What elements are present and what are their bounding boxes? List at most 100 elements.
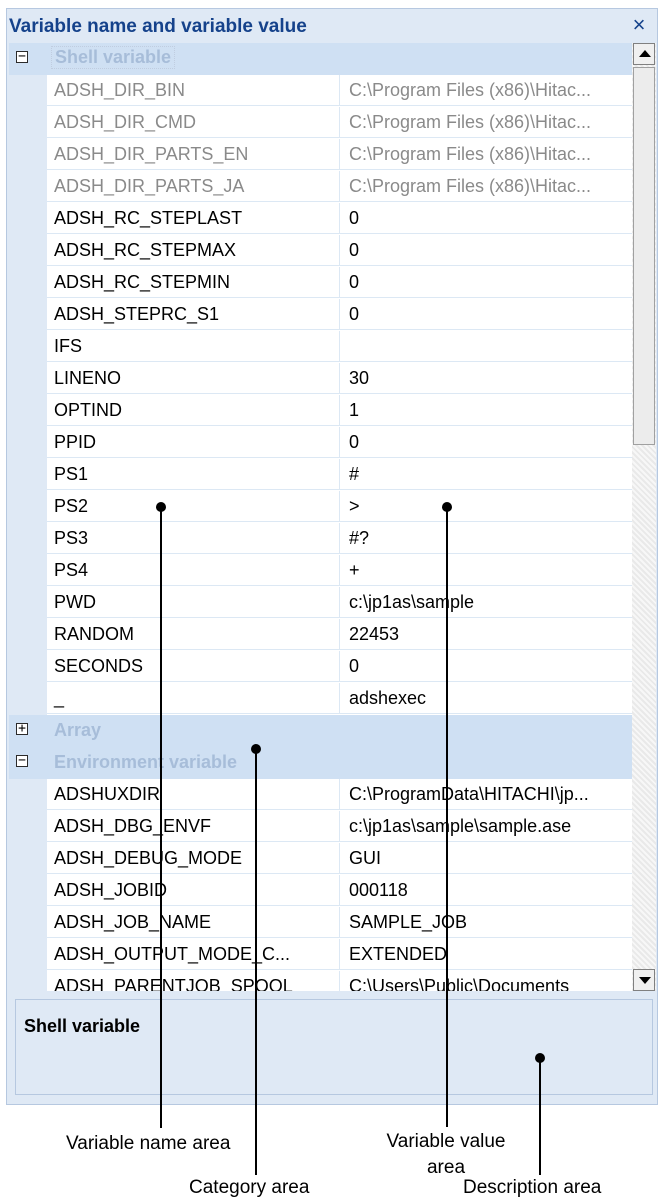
variable-name-cell[interactable]: LINENO: [47, 363, 340, 394]
variable-name-cell[interactable]: PS3: [47, 523, 340, 554]
vertical-scrollbar[interactable]: [632, 43, 656, 991]
variable-row[interactable]: RANDOM 22453: [9, 619, 632, 651]
variable-value-cell[interactable]: #?: [340, 523, 632, 554]
variable-row[interactable]: ADSH_DIR_BIN C:\Program Files (x86)\Hitac…: [9, 75, 632, 107]
variable-row[interactable]: PS3 #?: [9, 523, 632, 555]
variable-name-cell[interactable]: _: [47, 683, 340, 714]
category-row-shell-variable[interactable]: − Shell variable: [9, 43, 632, 75]
variable-row[interactable]: ADSH_OUTPUT_MODE_C... EXTENDED: [9, 939, 632, 971]
scroll-down-arrow-icon[interactable]: [633, 969, 655, 991]
variable-value-cell[interactable]: 0: [340, 651, 632, 682]
variable-grid: − Shell variable ADSH_DIR_BIN C:\Program Fi…: [9, 43, 632, 991]
variable-row[interactable]: ADSH_JOBID 000118: [9, 875, 632, 907]
variable-value-cell[interactable]: C:\Program Files (x86)\Hitac...: [340, 139, 632, 170]
variable-row[interactable]: ADSH_DIR_PARTS_EN C:\Program Files (x86)\…: [9, 139, 632, 171]
variable-value-cell[interactable]: GUI: [340, 843, 632, 874]
variable-value-cell[interactable]: C:\Program Files (x86)\Hitac...: [340, 75, 632, 106]
variable-name-cell[interactable]: IFS: [47, 331, 340, 362]
variable-value-cell[interactable]: 0: [340, 203, 632, 234]
variable-value-cell[interactable]: c:\jp1as\sample\sample.ase: [340, 811, 632, 842]
variable-name-cell[interactable]: ADSH_RC_STEPLAST: [47, 203, 340, 234]
variable-row[interactable]: ADSH_DEBUG_MODE GUI: [9, 843, 632, 875]
variable-value-cell[interactable]: SAMPLE_JOB: [340, 907, 632, 938]
variable-row[interactable]: PS2 >: [9, 491, 632, 523]
category-row-array[interactable]: + Array: [9, 715, 632, 747]
variable-name-cell[interactable]: ADSH_RC_STEPMAX: [47, 235, 340, 266]
variable-row[interactable]: LINENO 30: [9, 363, 632, 395]
variable-value-cell[interactable]: 0: [340, 267, 632, 298]
variable-value-cell[interactable]: 22453: [340, 619, 632, 650]
variable-row[interactable]: ADSH_RC_STEPMIN 0: [9, 267, 632, 299]
variable-name-cell[interactable]: ADSH_JOB_NAME: [47, 907, 340, 938]
variable-name-cell[interactable]: ADSH_JOBID: [47, 875, 340, 906]
variable-row[interactable]: ADSH_DIR_CMD C:\Program Files (x86)\Hitac…: [9, 107, 632, 139]
variable-row[interactable]: OPTIND 1: [9, 395, 632, 427]
collapse-toggle-icon[interactable]: −: [16, 50, 28, 63]
variable-row[interactable]: PWD c:\jp1as\sample: [9, 587, 632, 619]
variable-name-cell[interactable]: PWD: [47, 587, 340, 618]
variable-value-cell[interactable]: 0: [340, 299, 632, 330]
variable-name-cell[interactable]: ADSH_STEPRC_S1: [47, 299, 340, 330]
variable-name-cell[interactable]: ADSH_DEBUG_MODE: [47, 843, 340, 874]
variable-name-cell[interactable]: ADSH_DBG_ENVF: [47, 811, 340, 842]
variable-value-cell[interactable]: 1: [340, 395, 632, 426]
row-gutter: [9, 907, 47, 939]
variable-name-cell[interactable]: ADSH_DIR_CMD: [47, 107, 340, 138]
category-row-environment-variable[interactable]: − Environment variable: [9, 747, 632, 779]
variable-value-cell[interactable]: 30: [340, 363, 632, 394]
description-area: Shell variable: [15, 999, 653, 1095]
row-gutter: [9, 971, 47, 991]
variable-value-cell[interactable]: #: [340, 459, 632, 490]
scrollbar-thumb[interactable]: [633, 67, 655, 445]
variable-name-cell[interactable]: ADSH_OUTPUT_MODE_C...: [47, 939, 340, 970]
variable-row[interactable]: PPID 0: [9, 427, 632, 459]
variable-row[interactable]: SECONDS 0: [9, 651, 632, 683]
variable-name-cell[interactable]: RANDOM: [47, 619, 340, 650]
variable-name-cell[interactable]: ADSH_DIR_BIN: [47, 75, 340, 106]
variable-name-cell[interactable]: PS4: [47, 555, 340, 586]
variable-row[interactable]: PS1 #: [9, 459, 632, 491]
variable-value-cell[interactable]: C:\Program Files (x86)\Hitac...: [340, 107, 632, 138]
variable-value-cell[interactable]: EXTENDED: [340, 939, 632, 970]
expand-toggle-icon[interactable]: +: [16, 722, 28, 735]
variable-name-cell[interactable]: PS1: [47, 459, 340, 490]
variable-row[interactable]: ADSH_RC_STEPMAX 0: [9, 235, 632, 267]
variable-row[interactable]: ADSHUXDIR C:\ProgramData\HITACHI\jp...: [9, 779, 632, 811]
variable-value-cell[interactable]: 000118: [340, 875, 632, 906]
caption-description-area: Description area: [463, 1177, 602, 1198]
variable-row[interactable]: ADSH_DIR_PARTS_JA C:\Program Files (x86)\…: [9, 171, 632, 203]
row-gutter: [9, 875, 47, 907]
variable-value-cell[interactable]: 0: [340, 427, 632, 458]
variable-panel: Variable name and variable value × − Shel…: [6, 8, 658, 1105]
variable-value-cell[interactable]: [340, 331, 632, 362]
variable-value-cell[interactable]: C:\Program Files (x86)\Hitac...: [340, 171, 632, 202]
variable-row[interactable]: _ adshexec: [9, 683, 632, 715]
variable-name-cell[interactable]: SECONDS: [47, 651, 340, 682]
scroll-up-arrow-icon[interactable]: [633, 43, 655, 65]
variable-row[interactable]: ADSH_STEPRC_S1 0: [9, 299, 632, 331]
variable-row[interactable]: ADSH_JOB_NAME SAMPLE_JOB: [9, 907, 632, 939]
variable-value-cell[interactable]: >: [340, 491, 632, 522]
variable-name-cell[interactable]: OPTIND: [47, 395, 340, 426]
variable-row[interactable]: PS4 +: [9, 555, 632, 587]
variable-row[interactable]: IFS: [9, 331, 632, 363]
variable-value-cell[interactable]: C:\ProgramData\HITACHI\jp...: [340, 779, 632, 810]
variable-name-cell[interactable]: ADSH_PARENTJOB_SPOOL: [47, 971, 340, 991]
row-gutter: [9, 299, 47, 331]
variable-value-cell[interactable]: C:\Users\Public\Documents: [340, 971, 632, 991]
variable-value-cell[interactable]: adshexec: [340, 683, 632, 714]
variable-value-cell[interactable]: +: [340, 555, 632, 586]
variable-value-cell[interactable]: 0: [340, 235, 632, 266]
close-icon[interactable]: ×: [629, 14, 649, 36]
variable-row[interactable]: ADSH_PARENTJOB_SPOOL C:\Users\Public\Docu…: [9, 971, 632, 991]
variable-name-cell[interactable]: PPID: [47, 427, 340, 458]
variable-row[interactable]: ADSH_DBG_ENVF c:\jp1as\sample\sample.ase: [9, 811, 632, 843]
variable-name-cell[interactable]: ADSH_RC_STEPMIN: [47, 267, 340, 298]
variable-value-cell[interactable]: c:\jp1as\sample: [340, 587, 632, 618]
variable-name-cell[interactable]: ADSHUXDIR: [47, 779, 340, 810]
variable-name-cell[interactable]: ADSH_DIR_PARTS_JA: [47, 171, 340, 202]
collapse-toggle-icon[interactable]: −: [16, 754, 28, 767]
variable-name-cell[interactable]: ADSH_DIR_PARTS_EN: [47, 139, 340, 170]
variable-row[interactable]: ADSH_RC_STEPLAST 0: [9, 203, 632, 235]
variable-name-cell[interactable]: PS2: [47, 491, 340, 522]
